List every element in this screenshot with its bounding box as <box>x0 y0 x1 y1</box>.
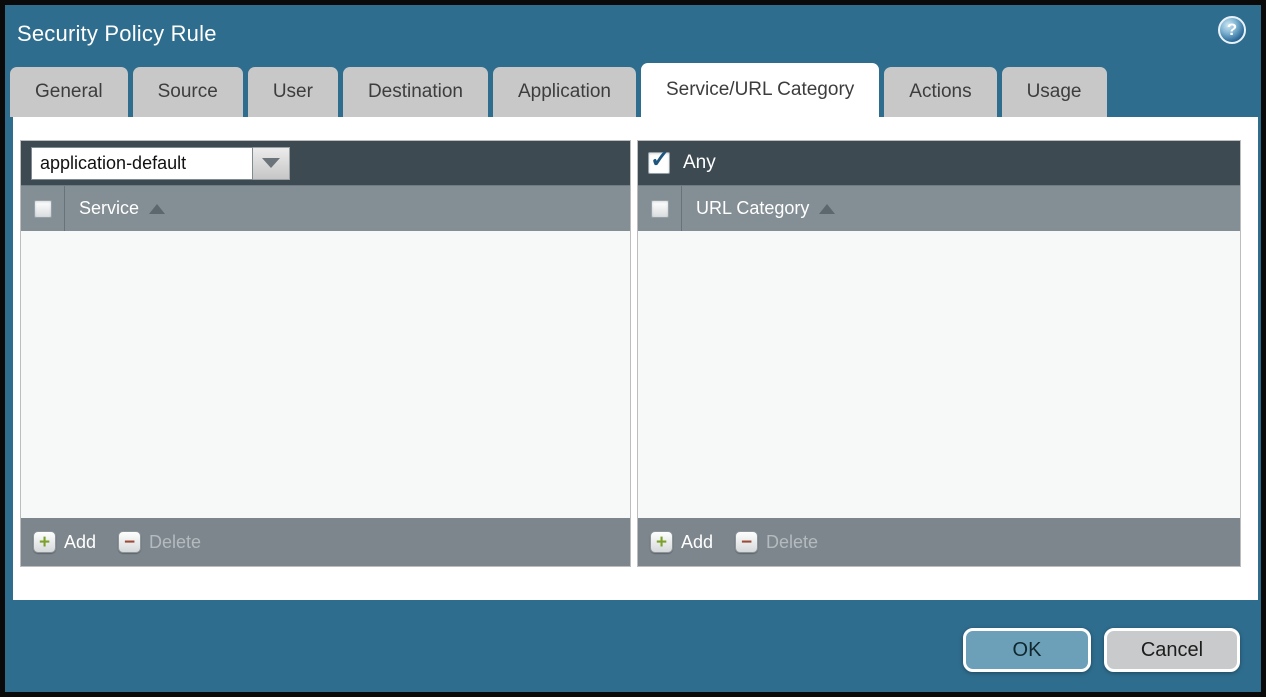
service-delete-label: Delete <box>149 532 201 553</box>
service-select-all-checkbox[interactable] <box>34 200 52 218</box>
service-add-button[interactable]: + Add <box>33 531 96 553</box>
service-delete-button[interactable]: − Delete <box>118 531 201 553</box>
service-type-dropdown <box>31 147 290 180</box>
chevron-down-icon <box>262 158 280 168</box>
url-category-column-header-row: URL Category <box>638 185 1240 231</box>
panels-container: Service + Add − Delete <box>20 140 1241 567</box>
any-checkbox[interactable]: ✓ <box>648 152 670 174</box>
checkbox-check-icon: ✓ <box>650 145 670 174</box>
service-panel-topbar <box>21 141 630 185</box>
tab-bar: General Source User Destination Applicat… <box>10 63 1107 117</box>
service-add-label: Add <box>64 532 96 553</box>
sort-ascending-icon <box>149 204 165 214</box>
url-category-delete-button[interactable]: − Delete <box>735 531 818 553</box>
url-category-panel-footer: + Add − Delete <box>638 518 1240 566</box>
tab-actions[interactable]: Actions <box>884 67 996 117</box>
tab-user[interactable]: User <box>248 67 338 117</box>
security-policy-rule-dialog: Security Policy Rule ? General Source Us… <box>5 5 1261 692</box>
url-category-column-label: URL Category <box>696 198 809 219</box>
dialog-action-buttons: OK Cancel <box>963 628 1240 672</box>
delete-icon: − <box>735 531 758 553</box>
screen: Security Policy Rule ? General Source Us… <box>0 0 1266 697</box>
url-category-select-all-checkbox[interactable] <box>651 200 669 218</box>
tab-usage[interactable]: Usage <box>1002 67 1107 117</box>
cancel-button[interactable]: Cancel <box>1104 628 1240 672</box>
any-checkbox-label: Any <box>683 152 716 174</box>
add-icon: + <box>33 531 56 553</box>
sort-ascending-icon <box>819 204 835 214</box>
tab-service-url-category[interactable]: Service/URL Category <box>641 63 879 117</box>
help-icon[interactable]: ? <box>1218 16 1246 44</box>
service-panel-footer: + Add − Delete <box>21 518 630 566</box>
tab-source[interactable]: Source <box>133 67 243 117</box>
url-category-delete-label: Delete <box>766 532 818 553</box>
service-panel: Service + Add − Delete <box>20 140 631 567</box>
service-type-input[interactable] <box>31 147 253 180</box>
service-type-dropdown-button[interactable] <box>253 147 290 180</box>
tab-content-area: Service + Add − Delete <box>13 117 1258 600</box>
url-category-panel-topbar: ✓ Any <box>638 141 1240 185</box>
service-column-header-row: Service <box>21 185 630 231</box>
url-category-add-label: Add <box>681 532 713 553</box>
url-category-column-header[interactable]: URL Category <box>682 198 835 219</box>
add-icon: + <box>650 531 673 553</box>
url-category-select-all-cell <box>638 186 682 231</box>
dialog-title: Security Policy Rule <box>17 21 217 47</box>
url-category-panel: ✓ Any URL Category <box>637 140 1241 567</box>
url-category-add-button[interactable]: + Add <box>650 531 713 553</box>
url-category-table-body <box>638 231 1240 518</box>
service-column-label: Service <box>79 198 139 219</box>
tab-destination[interactable]: Destination <box>343 67 488 117</box>
tab-general[interactable]: General <box>10 67 128 117</box>
tab-application[interactable]: Application <box>493 67 636 117</box>
ok-button[interactable]: OK <box>963 628 1091 672</box>
service-column-header[interactable]: Service <box>65 198 165 219</box>
delete-icon: − <box>118 531 141 553</box>
service-select-all-cell <box>21 186 65 231</box>
service-table-body <box>21 231 630 518</box>
